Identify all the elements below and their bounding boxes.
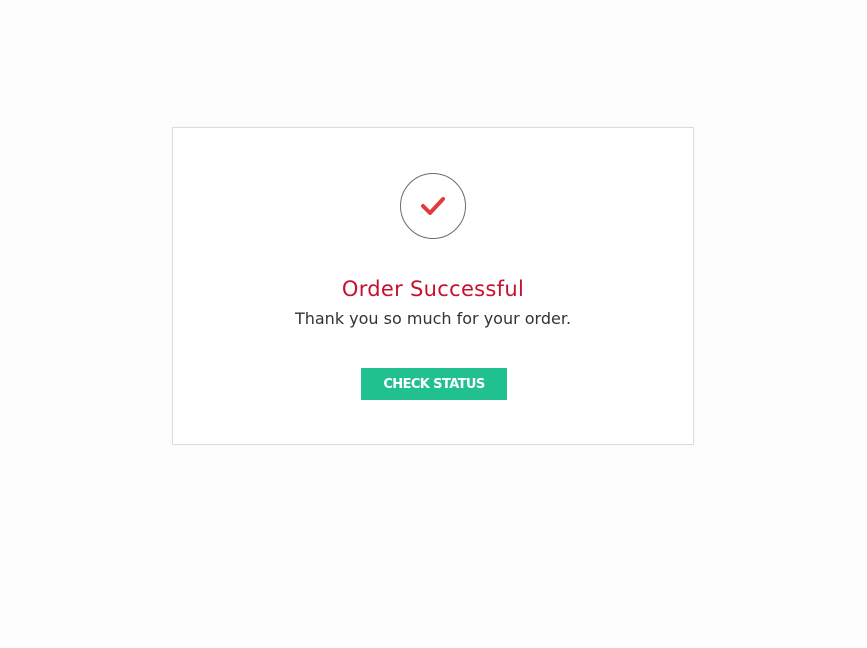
checkmark-icon — [421, 197, 445, 215]
check-status-button[interactable]: CHECK STATUS — [361, 368, 507, 400]
order-success-dialog: Order Successful Thank you so much for y… — [172, 127, 694, 445]
dialog-title: Order Successful — [341, 277, 525, 301]
success-circle — [400, 173, 466, 239]
dialog-message: Thank you so much for your order. — [294, 309, 572, 328]
